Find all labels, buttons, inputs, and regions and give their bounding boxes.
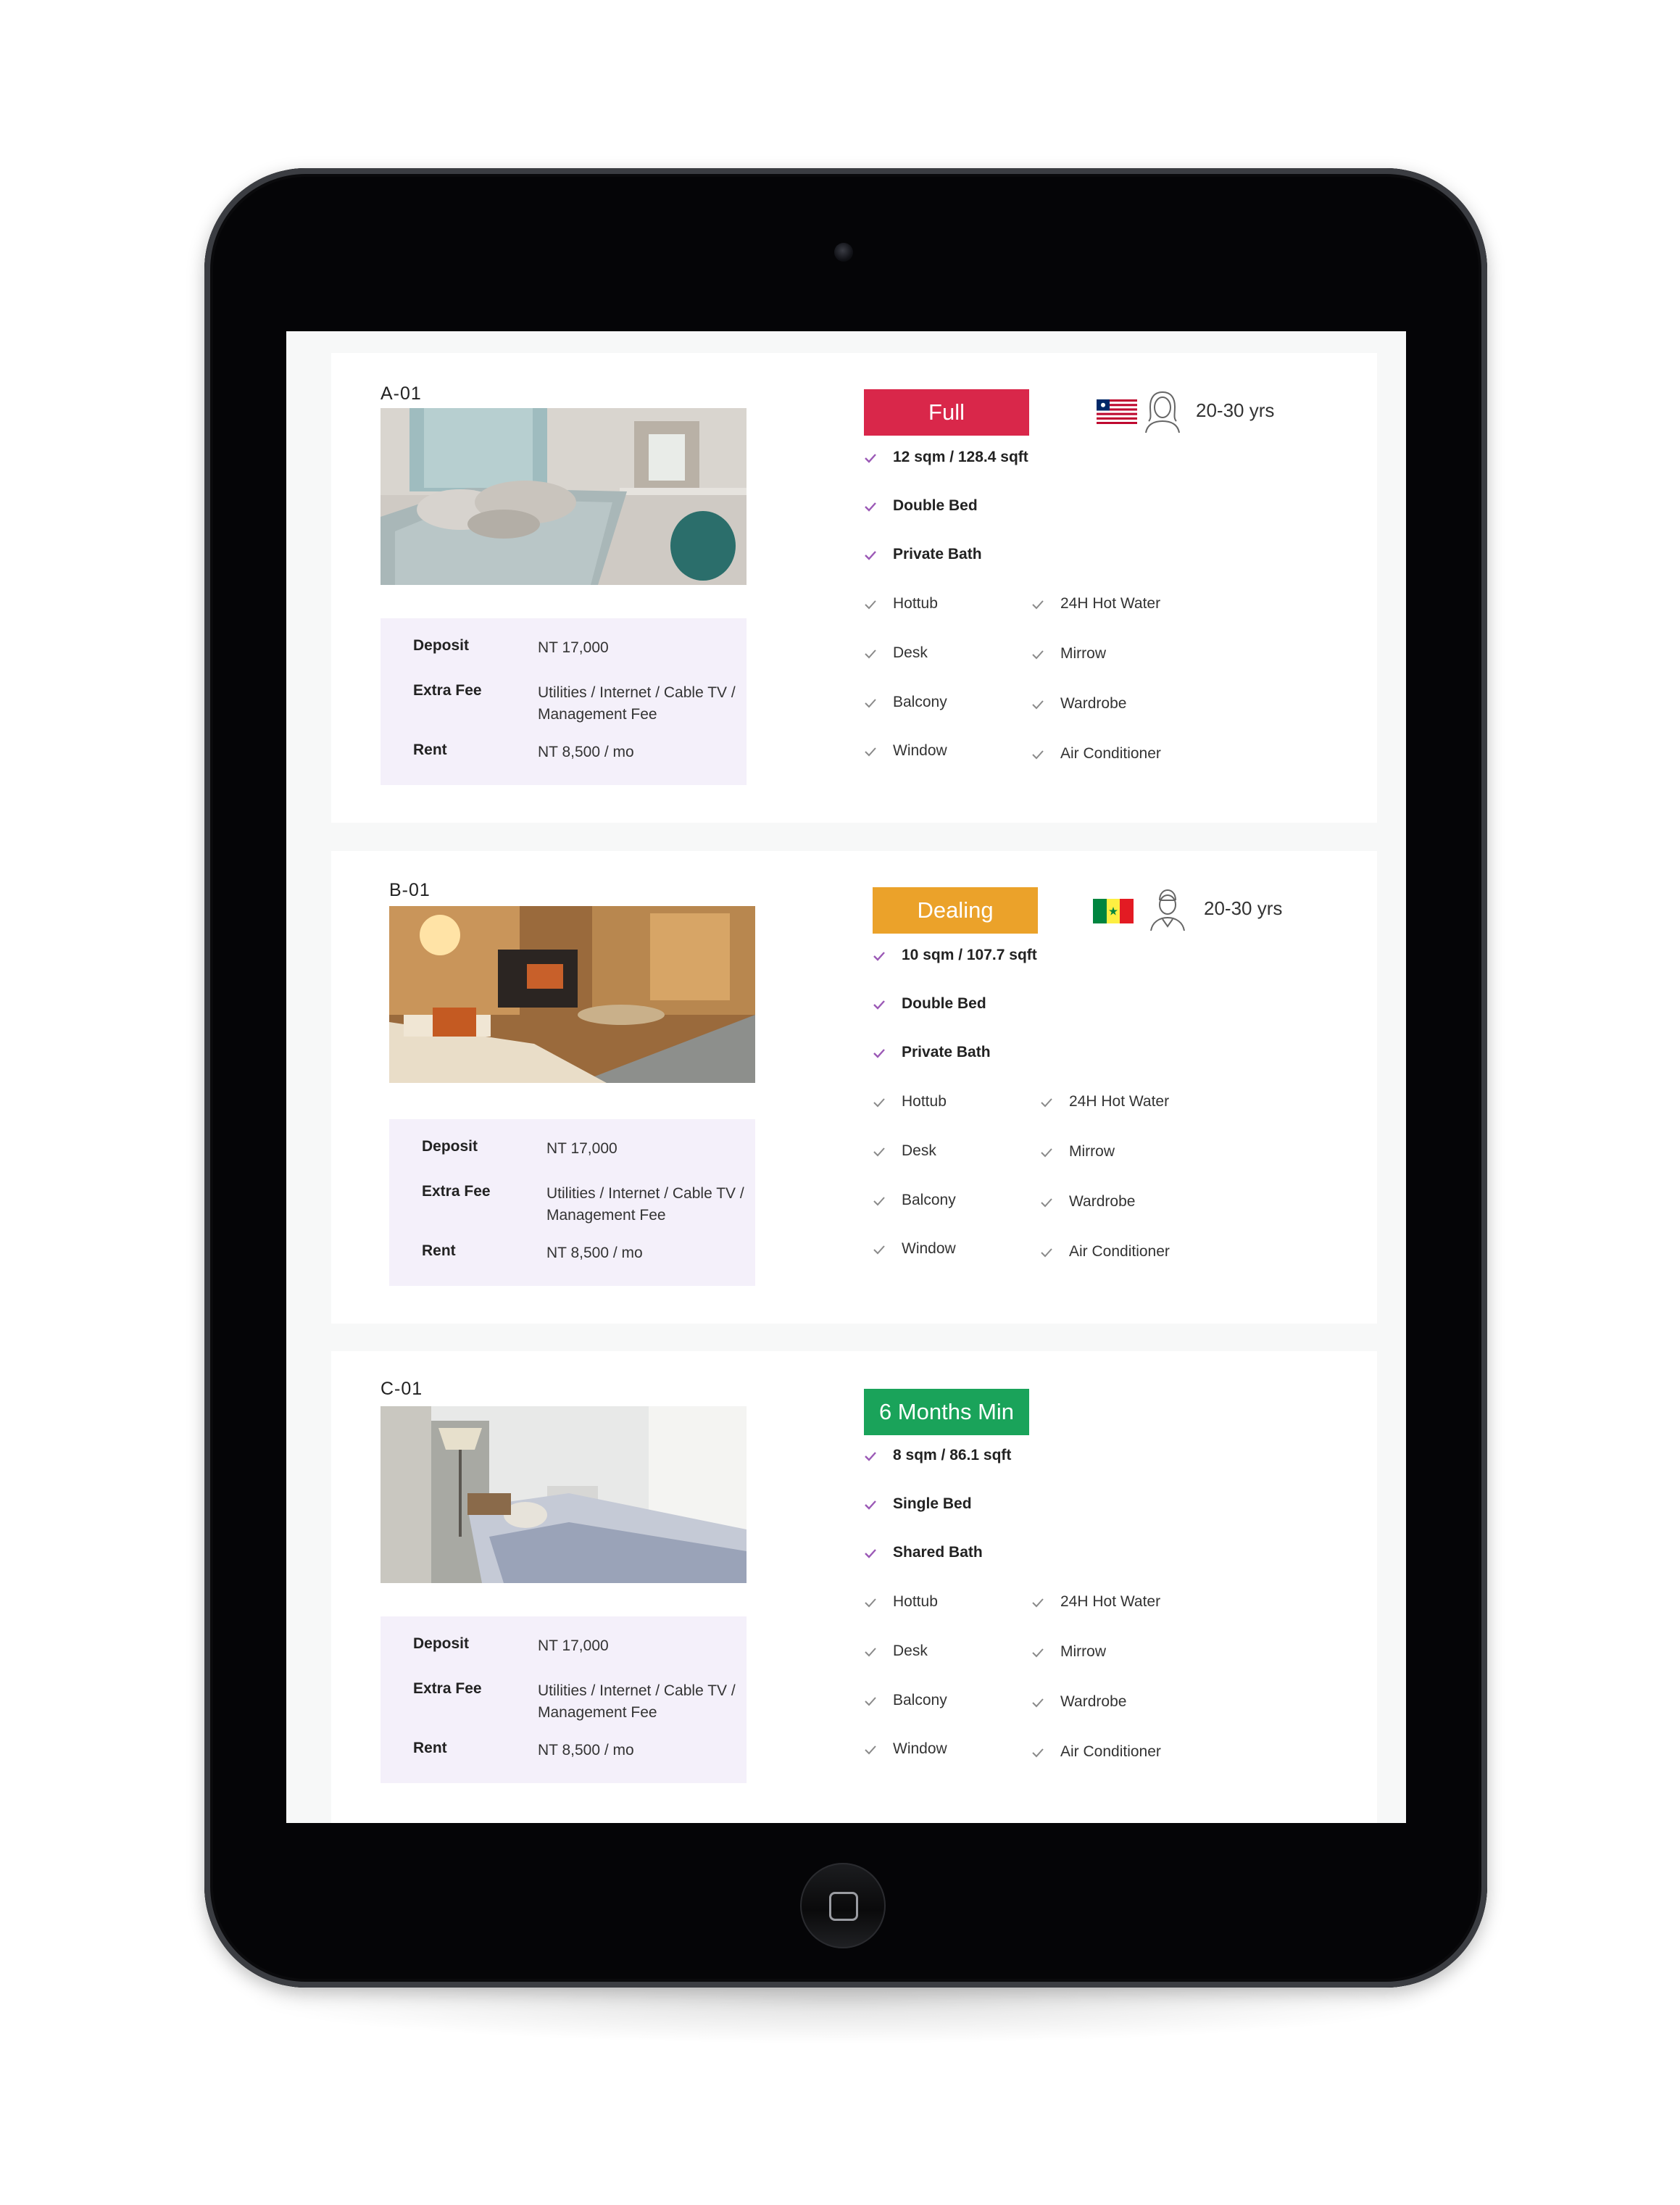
pricing-box: Deposit NT 17,000 Extra Fee Utilities / … [381,1616,747,1783]
check-icon [1032,650,1044,660]
deposit-label: Deposit [413,637,470,654]
home-square-icon [829,1892,858,1921]
check-icon [865,1598,876,1608]
check-icon [865,1500,876,1510]
deposit-label: Deposit [422,1138,478,1155]
check-icon [873,1147,885,1157]
status-badge: 6 Months Min [864,1389,1029,1435]
deposit-value: NT 17,000 [538,1637,609,1654]
check-icon [873,1049,885,1058]
check-icon [865,502,876,512]
pricing-box: Deposit NT 17,000 Extra Fee Utilities / … [389,1119,755,1286]
check-icon [865,747,876,757]
age-range: 20-30 yrs [1204,897,1283,919]
check-icon [1032,600,1044,610]
check-icon [873,1245,885,1255]
rent-label: Rent [422,1242,456,1259]
deposit-value: NT 17,000 [538,639,609,656]
check-icon [1032,700,1044,710]
rent-value: NT 8,500 / mo [538,744,634,760]
deposit-value: NT 17,000 [546,1140,617,1157]
check-icon [865,1745,876,1755]
check-icon [873,1000,885,1010]
check-icon [1032,750,1044,760]
extra-fee-value: Utilities / Internet / Cable TV / Manage… [546,1185,744,1224]
extra-fee-label: Extra Fee [413,1680,482,1697]
extra-fee-value: Utilities / Internet / Cable TV / Manage… [538,684,736,723]
check-icon [873,1197,885,1206]
check-icon [1032,1598,1044,1608]
age-range: 20-30 yrs [1196,399,1275,421]
rent-value: NT 8,500 / mo [538,1742,634,1758]
female-icon [1145,391,1180,433]
check-icon [865,551,876,560]
room-code: A-01 [381,383,422,404]
check-icon [1041,1248,1052,1258]
check-icon [1032,1648,1044,1658]
room-card[interactable]: A-01 Deposit NT 17,000 Extra Fee Utiliti… [331,353,1377,823]
room-photo [381,1406,747,1583]
room-code: C-01 [381,1379,423,1399]
check-icon [873,1098,885,1108]
room-card[interactable]: C-01 Deposit NT 17,000 Extra Fee Utiliti… [331,1351,1377,1823]
check-icon [865,454,876,463]
check-icon [865,1648,876,1657]
pricing-box: Deposit NT 17,000 Extra Fee Utilities / … [381,618,747,785]
room-photo [389,906,755,1083]
room-photo [381,408,747,585]
camera-icon [834,243,853,262]
check-icon [865,649,876,659]
status-badge: Dealing [873,887,1038,934]
status-badge: Full [864,389,1029,436]
check-icon [865,1697,876,1706]
extra-fee-label: Extra Fee [422,1183,491,1200]
home-button[interactable] [800,1863,886,1948]
check-icon [873,952,885,961]
check-icon [865,1452,876,1461]
check-icon [1041,1098,1052,1108]
rent-label: Rent [413,1740,447,1756]
room-code: B-01 [389,880,431,900]
check-icon [1041,1148,1052,1158]
extra-fee-label: Extra Fee [413,682,482,699]
check-icon [1032,1748,1044,1758]
deposit-label: Deposit [413,1635,470,1652]
check-icon [865,699,876,708]
senegal-flag [1093,899,1134,923]
male-icon [1150,889,1185,931]
tablet-frame: A-01 Deposit NT 17,000 Extra Fee Utiliti… [204,168,1487,1988]
check-icon [865,600,876,610]
liberia-flag [1097,399,1137,424]
check-icon [1032,1698,1044,1708]
extra-fee-value: Utilities / Internet / Cable TV / Manage… [538,1682,736,1721]
screen[interactable]: A-01 Deposit NT 17,000 Extra Fee Utiliti… [286,331,1406,1823]
room-card[interactable]: B-01 Deposit NT 17,000 Extra Fee Utiliti… [331,851,1377,1324]
check-icon [1041,1198,1052,1208]
check-icon [865,1549,876,1558]
rent-label: Rent [413,742,447,758]
rent-value: NT 8,500 / mo [546,1245,643,1261]
